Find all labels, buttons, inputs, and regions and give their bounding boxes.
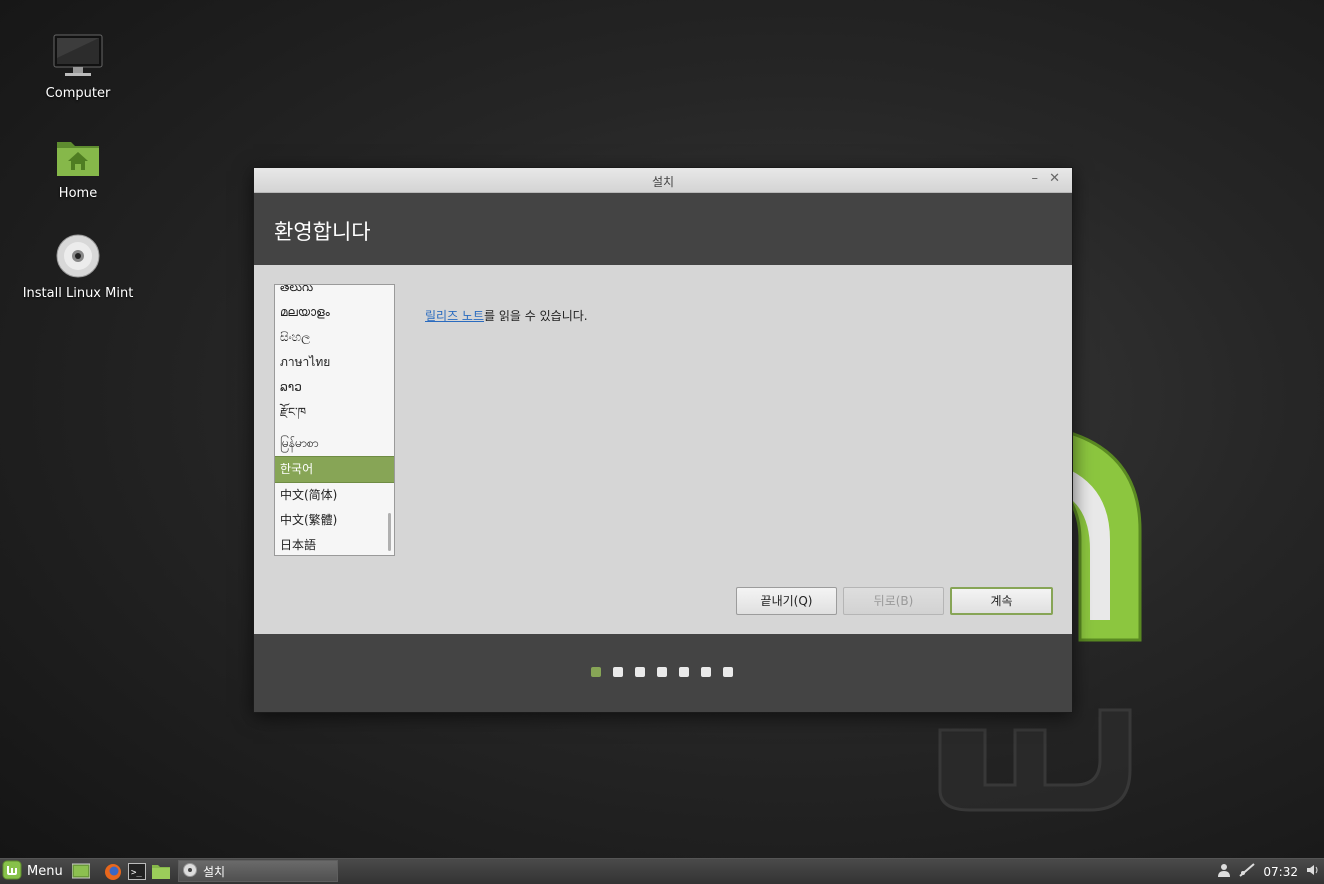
progress-footer	[254, 634, 1072, 712]
progress-dot-active	[591, 667, 601, 677]
progress-dot	[723, 667, 733, 677]
release-notes-text: 를 읽을 수 있습니다.	[484, 309, 588, 323]
volume-icon[interactable]	[1306, 863, 1320, 880]
window-titlebar[interactable]: 설치 – ✕	[254, 168, 1072, 193]
desktop-icon-install-linux-mint[interactable]: Install Linux Mint	[18, 234, 138, 301]
progress-dot	[635, 667, 645, 677]
mint-menu-icon	[2, 860, 22, 883]
list-item[interactable]: 中文(简体)	[275, 483, 394, 508]
language-list[interactable]: తెలుగు മലയാളം සිංහල ภาษาไทย ລາວ རྫོང་ཁ မ…	[274, 284, 395, 556]
back-button[interactable]: 뒤로(B)	[843, 587, 944, 615]
list-item[interactable]: မြန်မာစာ	[275, 425, 394, 456]
firefox-icon[interactable]	[104, 863, 122, 880]
network-icon[interactable]	[1239, 863, 1256, 880]
desktop-icon-label: Computer	[45, 86, 111, 101]
progress-dot	[657, 667, 667, 677]
svg-text:>_: >_	[131, 868, 142, 878]
content-area: తెలుగు മലയാളം සිංහල ภาษาไทย ລາວ རྫོང་ཁ မ…	[254, 265, 1072, 634]
list-item[interactable]: ລາວ	[275, 375, 394, 400]
menu-label: Menu	[27, 864, 63, 879]
release-notes-link[interactable]: 릴리즈 노트	[425, 309, 484, 323]
home-folder-icon	[18, 138, 138, 182]
list-item[interactable]: සිංහල	[275, 325, 394, 350]
menu-button[interactable]: Menu	[2, 860, 63, 883]
task-label: 설치	[203, 864, 226, 879]
page-title: 환영합니다	[274, 220, 371, 244]
list-item-selected[interactable]: 한국어	[275, 456, 394, 483]
taskbar: Menu >_ 설치 07:32	[0, 858, 1324, 884]
quit-button[interactable]: 끝내기(Q)	[736, 587, 837, 615]
taskbar-window-installer[interactable]: 설치	[178, 860, 338, 882]
clock[interactable]: 07:32	[1263, 865, 1298, 879]
continue-button[interactable]: 계속	[950, 587, 1053, 615]
list-item[interactable]: ภาษาไทย	[275, 350, 394, 375]
monitor-icon	[18, 34, 138, 82]
list-item[interactable]: മലയാളം	[275, 300, 394, 325]
installer-window: 설치 – ✕ 환영합니다 తెలుగు മലയാളം සිංහල ภาษาไทย…	[253, 167, 1073, 713]
progress-dot	[613, 667, 623, 677]
user-icon[interactable]	[1217, 863, 1231, 880]
terminal-icon[interactable]: >_	[128, 863, 146, 880]
minimize-button[interactable]: –	[1032, 171, 1039, 186]
disc-icon	[18, 234, 138, 282]
list-item[interactable]: 日本語	[275, 533, 394, 555]
close-button[interactable]: ✕	[1049, 171, 1060, 186]
page-header: 환영합니다	[254, 193, 1072, 265]
release-notes: 릴리즈 노트를 읽을 수 있습니다.	[425, 307, 588, 324]
desktop-icon-home[interactable]: Home	[18, 138, 138, 201]
progress-dot	[701, 667, 711, 677]
disc-icon	[183, 862, 197, 880]
window-title: 설치	[651, 175, 675, 189]
system-tray: 07:32	[1217, 859, 1324, 884]
list-item[interactable]: རྫོང་ཁ	[275, 400, 394, 425]
list-scrollbar[interactable]	[388, 513, 391, 551]
desktop-icon-computer[interactable]: Computer	[18, 34, 138, 101]
list-item[interactable]: తెలుగు	[275, 285, 394, 300]
desktop-icon-label: Home	[58, 186, 98, 201]
progress-dot	[679, 667, 689, 677]
desktop-icon-label: Install Linux Mint	[22, 286, 134, 301]
show-desktop-icon[interactable]	[71, 863, 91, 880]
list-item[interactable]: 中文(繁體)	[275, 508, 394, 533]
progress-indicator	[591, 667, 733, 677]
files-icon[interactable]	[152, 863, 170, 880]
